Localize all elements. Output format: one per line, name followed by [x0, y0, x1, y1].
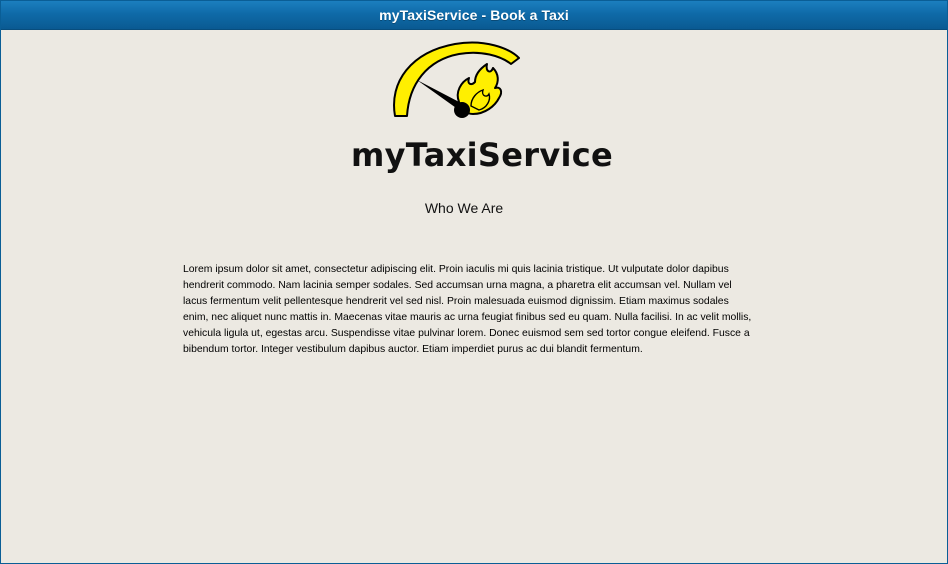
title-bar[interactable]: myTaxiService - Book a Taxi	[1, 1, 947, 30]
brand-name: myTaxiService	[351, 136, 614, 174]
brand-logo: myTaxiService	[351, 40, 614, 180]
speedometer-flame-icon	[393, 41, 520, 118]
main-content: myTaxiService Who We Are Lorem ipsum dol…	[1, 30, 947, 563]
app-window: myTaxiService - Book a Taxi myTaxiServic…	[0, 0, 948, 564]
about-paragraph: Lorem ipsum dolor sit amet, consectetur …	[183, 264, 752, 355]
gauge-hub	[454, 102, 470, 118]
section-heading: Who We Are	[424, 200, 504, 216]
window-title: myTaxiService - Book a Taxi	[379, 7, 569, 23]
